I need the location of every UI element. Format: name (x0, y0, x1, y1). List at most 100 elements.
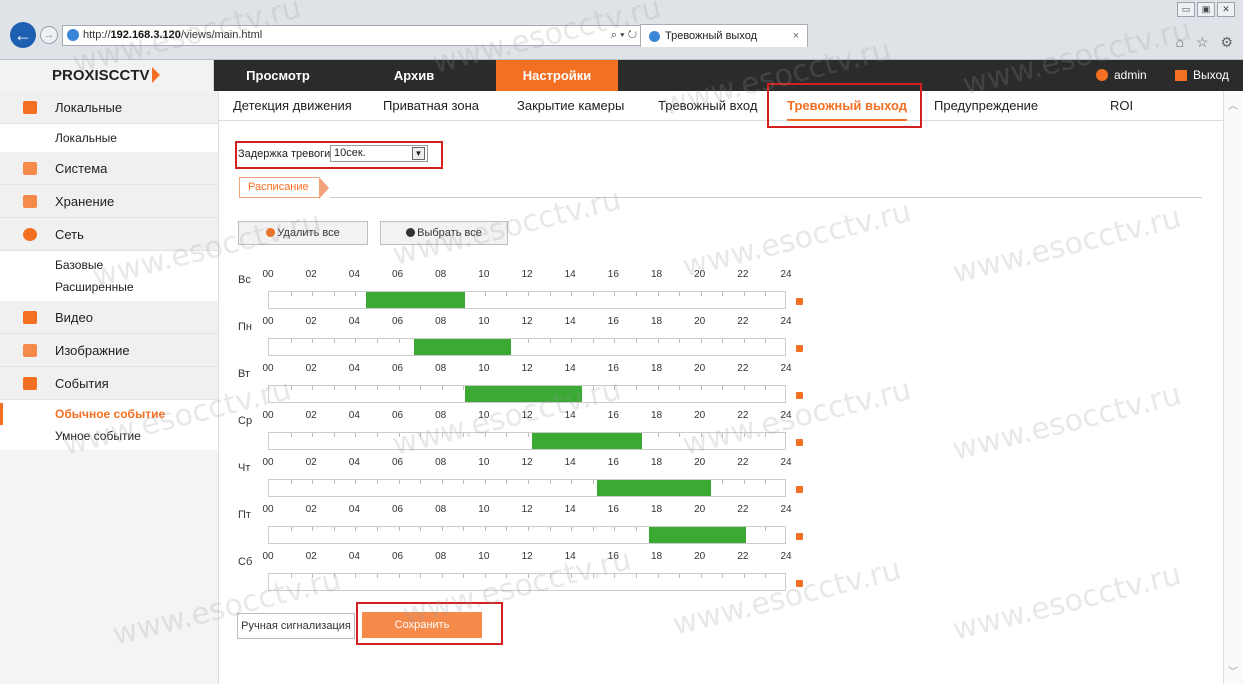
hour-tick-label: 04 (348, 316, 360, 327)
schedule-timeline[interactable] (268, 479, 786, 497)
sidebar-section-local[interactable]: Локальные (0, 91, 218, 124)
scroll-up-icon[interactable]: ︿ (1228, 97, 1238, 112)
sidebar-item-basic[interactable]: Базовые (0, 254, 218, 276)
tab-warning[interactable]: Предупреждение (934, 91, 1038, 121)
select-all-button[interactable]: Выбрать все (380, 221, 508, 245)
hour-minor-tick (571, 339, 573, 343)
hour-tick-label: 16 (607, 316, 619, 327)
schedule-segment[interactable] (465, 386, 582, 402)
sidebar-section-system[interactable]: Система (0, 152, 218, 185)
schedule-segment[interactable] (597, 480, 712, 496)
hour-tick-label: 18 (650, 269, 663, 280)
hour-minor-tick (592, 292, 594, 296)
hour-minor-tick (420, 574, 422, 578)
hour-tick-label: 14 (564, 316, 576, 327)
copy-schedule-icon[interactable] (796, 298, 803, 305)
schedule-segment[interactable] (366, 292, 466, 308)
address-controls[interactable]: ⌕ ▾ ↻ (611, 26, 637, 45)
scrollbar[interactable]: ︿ ﹀ (1223, 91, 1243, 684)
forward-arrow-icon[interactable]: → (40, 26, 58, 44)
chevron-down-icon: ▼ (412, 147, 425, 160)
back-arrow-icon[interactable]: ← (10, 22, 36, 48)
schedule-timeline[interactable] (268, 338, 786, 356)
hour-minor-tick (635, 386, 637, 390)
hour-minor-tick (743, 574, 745, 578)
copy-schedule-icon[interactable] (796, 439, 803, 446)
toolbar-icons[interactable]: ⌂ ☆ ⚙ (1176, 34, 1237, 51)
monitor-icon (23, 101, 37, 114)
browser-chrome: ← → http://192.168.3.120/views/main.html… (0, 0, 1243, 60)
sidebar-section-network[interactable]: Сеть (0, 218, 218, 251)
schedule-day-label: Сб (238, 556, 253, 568)
hour-minor-tick (376, 527, 378, 531)
hour-minor-tick (679, 292, 681, 296)
tab-motion-detection[interactable]: Детекция движения (233, 91, 352, 121)
hour-tick-label: 24 (780, 316, 792, 327)
sidebar-item-smart-event[interactable]: Умное событие (0, 425, 218, 447)
tab-roi[interactable]: ROI (1110, 91, 1133, 121)
schedule-timeline[interactable] (268, 573, 786, 591)
copy-schedule-icon[interactable] (796, 486, 803, 493)
check-icon (406, 228, 416, 237)
hour-tick-label: 16 (607, 551, 619, 562)
hour-tick-label: 22 (737, 316, 749, 327)
schedule-timeline[interactable] (268, 385, 786, 403)
hour-tick-label: 00 (262, 269, 274, 280)
alarm-delay-label: Задержка тревоги (238, 148, 331, 160)
schedule-timeline[interactable] (268, 526, 786, 544)
copy-schedule-icon[interactable] (796, 345, 803, 352)
hour-minor-tick (571, 527, 573, 531)
hour-tick-label: 24 (780, 551, 792, 562)
tab-schedule[interactable]: Расписание (239, 177, 329, 199)
hour-minor-tick (355, 480, 357, 484)
hour-minor-tick (312, 386, 314, 390)
sidebar-item-advanced[interactable]: Расширенные (0, 276, 218, 298)
sidebar-section-image[interactable]: Изображние (0, 334, 218, 367)
minimize-icon[interactable]: ▭ (1177, 2, 1195, 17)
delete-all-button[interactable]: Удалить все (238, 221, 368, 245)
address-bar[interactable]: http://192.168.3.120/views/main.html ⌕ ▾… (62, 25, 642, 46)
tab-camera-tamper[interactable]: Закрытие камеры (517, 91, 624, 121)
hour-minor-tick (635, 574, 637, 578)
tab-alarm-input[interactable]: Тревожный вход (658, 91, 757, 121)
hour-minor-tick (549, 527, 551, 531)
nav-archive[interactable]: Архив (358, 60, 470, 91)
alarm-delay-select[interactable]: 10сек. ▼ (330, 145, 428, 162)
copy-schedule-icon[interactable] (796, 580, 803, 587)
scroll-down-icon[interactable]: ﹀ (1228, 663, 1238, 678)
maximize-icon[interactable]: ▣ (1197, 2, 1215, 17)
hour-minor-tick (484, 527, 486, 531)
user-menu[interactable]: admin (1096, 60, 1147, 91)
copy-schedule-icon[interactable] (796, 533, 803, 540)
hour-minor-tick (743, 292, 745, 296)
manual-alarm-button[interactable]: Ручная сигнализация (237, 613, 355, 639)
sidebar-item-normal-event[interactable]: Обычное событие (0, 403, 218, 425)
hour-minor-tick (463, 574, 465, 578)
nav-view[interactable]: Просмотр (214, 60, 342, 91)
nav-settings[interactable]: Настройки (496, 60, 618, 91)
schedule-timeline[interactable] (268, 432, 786, 450)
copy-schedule-icon[interactable] (796, 392, 803, 399)
schedule-segment[interactable] (648, 527, 746, 543)
tab-privacy-zone[interactable]: Приватная зона (383, 91, 479, 121)
sidebar-section-label: Видео (55, 310, 93, 325)
sidebar-section-label: Изображние (55, 343, 130, 358)
sidebar-section-events[interactable]: События (0, 367, 218, 400)
schedule-segment[interactable] (413, 339, 511, 355)
sidebar-section-video[interactable]: Видео (0, 301, 218, 334)
hour-tick-label: 00 (262, 363, 274, 374)
hour-minor-tick (376, 433, 378, 437)
close-tab-icon[interactable]: × (793, 25, 799, 47)
schedule-timeline[interactable] (268, 291, 786, 309)
hour-tick-label: 04 (348, 551, 360, 562)
schedule-segment[interactable] (532, 433, 643, 449)
schedule-day-label: Пн (238, 321, 252, 333)
close-window-icon[interactable]: ✕ (1217, 2, 1235, 17)
hour-tick-label: 08 (435, 316, 447, 327)
sidebar-section-storage[interactable]: Хранение (0, 185, 218, 218)
sidebar-item-local[interactable]: Локальные (0, 127, 218, 149)
hour-minor-tick (333, 480, 335, 484)
logout-button[interactable]: Выход (1175, 60, 1229, 91)
browser-tab[interactable]: Тревожный выход × (640, 24, 808, 47)
user-icon (1096, 69, 1108, 81)
